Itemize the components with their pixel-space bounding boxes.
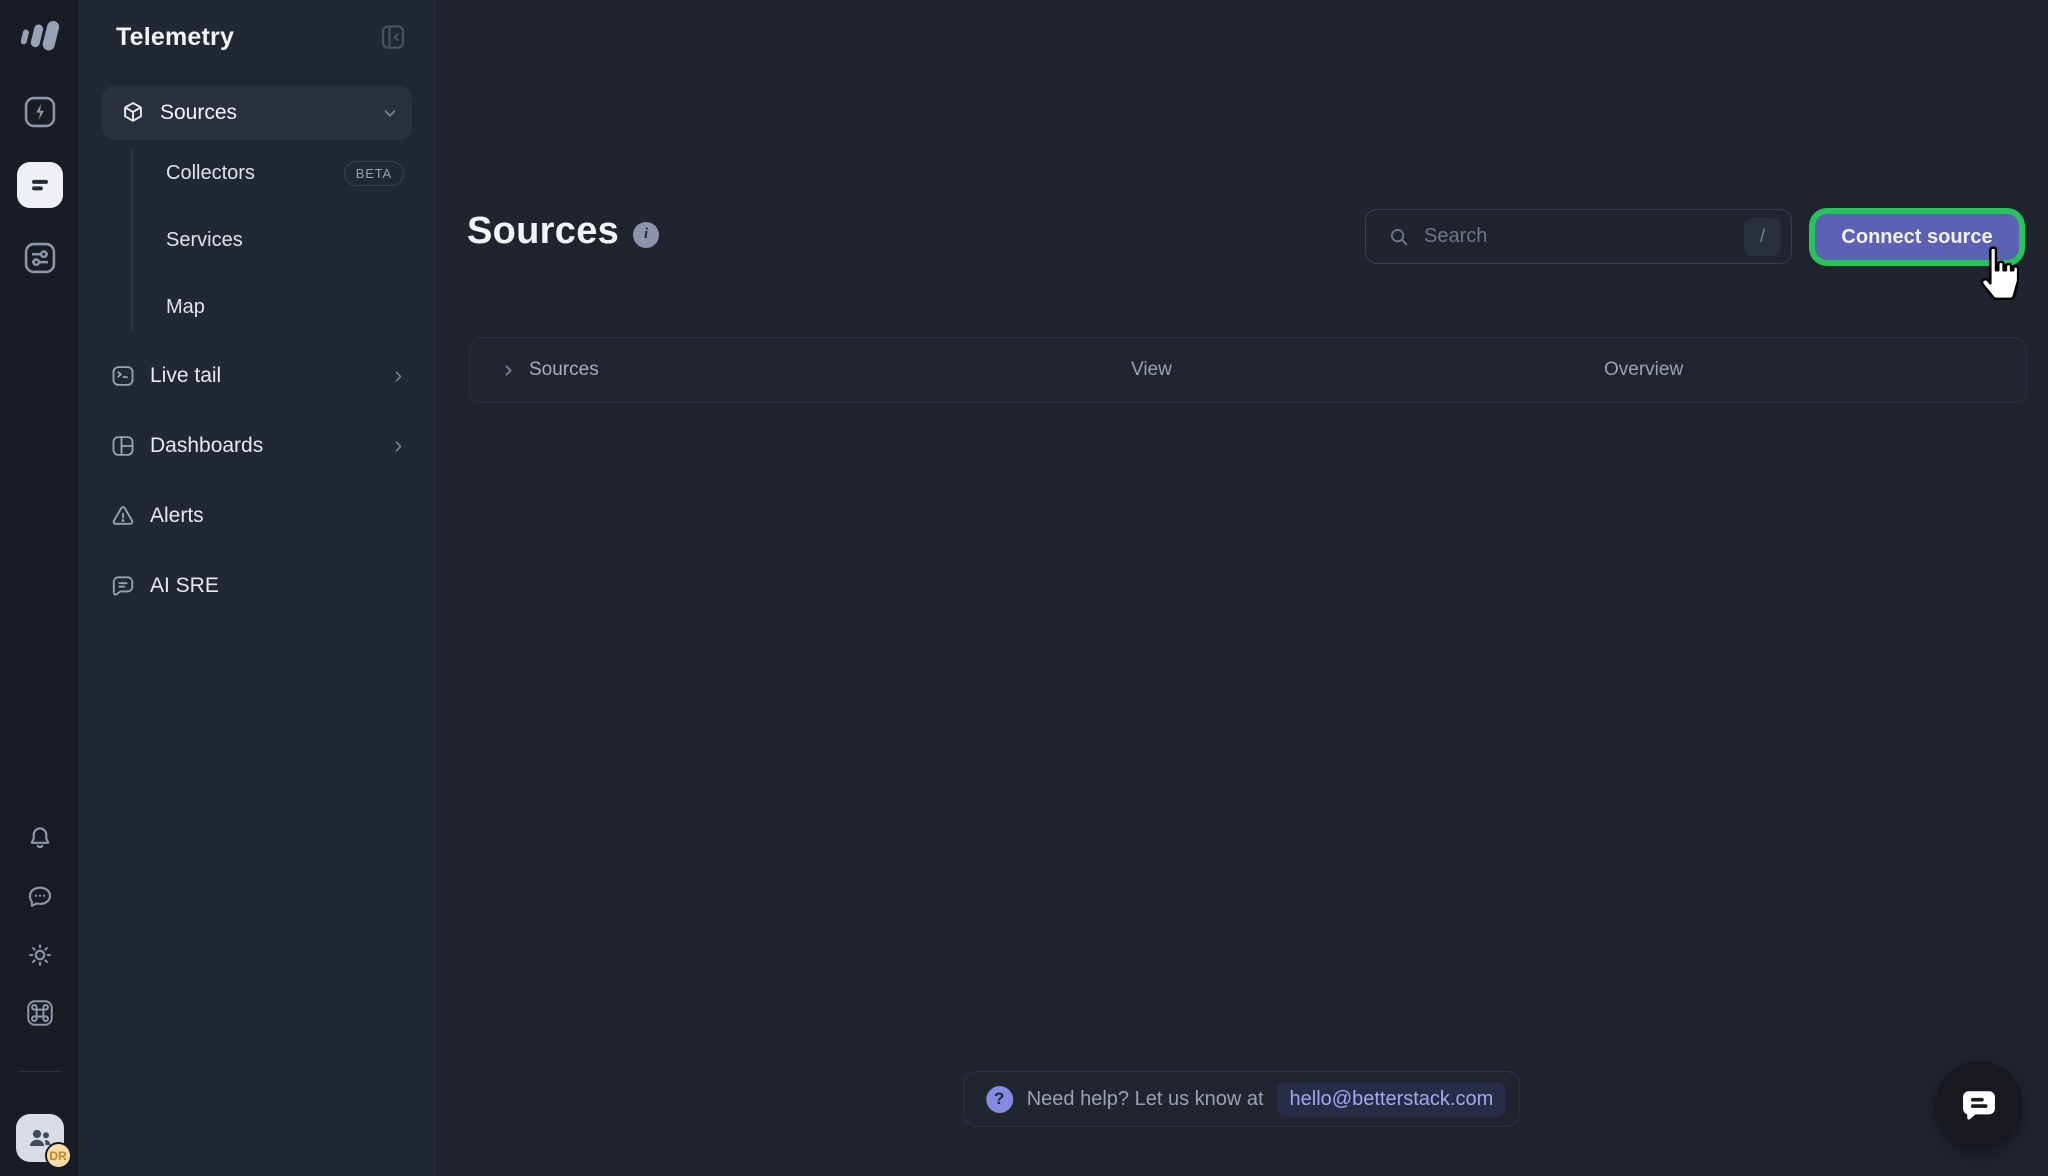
sidebar-header: Telemetry bbox=[80, 0, 434, 54]
sidebar-item-collectors[interactable]: Collectors BETA bbox=[80, 140, 434, 207]
slash-shortcut-key: / bbox=[1744, 218, 1781, 256]
table-group-sources[interactable]: Sources bbox=[500, 359, 599, 381]
theme-sun-icon[interactable] bbox=[24, 939, 56, 971]
icon-rail: DR bbox=[0, 0, 80, 1176]
settings-sliders-icon[interactable] bbox=[20, 238, 60, 278]
rail-top-group bbox=[17, 92, 63, 278]
telemetry-sidebar: Telemetry Sources bbox=[80, 0, 435, 1176]
alert-triangle-icon bbox=[110, 503, 136, 529]
sidebar-item-label: Dashboards bbox=[150, 434, 263, 458]
sidebar-item-alerts[interactable]: Alerts bbox=[80, 481, 434, 551]
sidebar-item-map[interactable]: Map bbox=[80, 274, 434, 341]
betterstack-logo-icon[interactable] bbox=[17, 12, 63, 56]
beta-badge: BETA bbox=[344, 161, 404, 186]
sidebar-nav: Sources Collectors BETA Services Map bbox=[80, 86, 434, 621]
search-icon bbox=[1388, 226, 1410, 248]
sidebar-item-label: Sources bbox=[160, 101, 237, 125]
help-email-link[interactable]: hello@betterstack.com bbox=[1278, 1082, 1506, 1117]
nav-tree-line bbox=[131, 148, 133, 332]
sidebar-item-services[interactable]: Services bbox=[80, 207, 434, 274]
terminal-icon bbox=[110, 363, 136, 389]
sidebar-item-dashboards[interactable]: Dashboards bbox=[80, 411, 434, 481]
sources-table-header: Sources View Overview bbox=[469, 337, 2027, 403]
rail-bottom-group: DR bbox=[16, 823, 64, 1176]
avatar-initials-badge: DR bbox=[45, 1142, 72, 1169]
sidebar-item-label: Services bbox=[166, 229, 243, 252]
sidebar-title: Telemetry bbox=[116, 23, 234, 52]
main-content: Sources i / Connect source Sources View … bbox=[435, 0, 2048, 1176]
help-bar: ? Need help? Let us know at hello@better… bbox=[963, 1071, 1521, 1127]
search-input[interactable] bbox=[1424, 225, 1744, 248]
question-icon: ? bbox=[986, 1086, 1013, 1113]
telemetry-logs-icon[interactable] bbox=[17, 162, 63, 208]
chevron-right-icon bbox=[388, 436, 408, 456]
sidebar-item-ai-sre[interactable]: AI SRE bbox=[80, 551, 434, 621]
ai-chat-icon bbox=[110, 573, 136, 599]
sidebar-item-live-tail[interactable]: Live tail bbox=[80, 341, 434, 411]
page-title-row: Sources i bbox=[467, 210, 659, 253]
sidebar-item-label: AI SRE bbox=[150, 574, 219, 598]
feedback-chat-icon[interactable] bbox=[24, 881, 56, 913]
chevron-right-icon bbox=[500, 362, 517, 379]
help-text: Need help? Let us know at bbox=[1027, 1088, 1264, 1111]
shortcuts-command-icon[interactable] bbox=[24, 997, 56, 1029]
sidebar-item-sources[interactable]: Sources bbox=[102, 86, 412, 140]
chat-widget-button[interactable] bbox=[1935, 1061, 2023, 1149]
column-header-view: View bbox=[1131, 359, 1172, 381]
chevron-right-icon bbox=[388, 366, 408, 386]
user-avatar[interactable]: DR bbox=[16, 1114, 64, 1162]
column-header-sources: Sources bbox=[529, 359, 599, 381]
dashboard-grid-icon bbox=[110, 433, 136, 459]
sidebar-item-label: Alerts bbox=[150, 504, 204, 528]
cube-icon bbox=[120, 100, 146, 126]
page-title: Sources bbox=[467, 210, 619, 253]
rail-divider bbox=[18, 1071, 62, 1072]
telemetry-app: DR Telemetry bbox=[0, 0, 2048, 1176]
connect-source-button[interactable]: Connect source bbox=[1815, 214, 2019, 260]
sidebar-item-label: Live tail bbox=[150, 364, 221, 388]
column-header-overview: Overview bbox=[1604, 359, 1683, 381]
notifications-bell-icon[interactable] bbox=[24, 823, 56, 855]
collapse-panel-icon[interactable] bbox=[378, 22, 408, 52]
uptime-lightning-icon[interactable] bbox=[20, 92, 60, 132]
info-icon[interactable]: i bbox=[633, 222, 659, 248]
search-box[interactable]: / bbox=[1365, 209, 1792, 264]
sidebar-item-label: Collectors bbox=[166, 162, 255, 185]
sidebar-item-label: Map bbox=[166, 296, 205, 319]
chevron-down-icon bbox=[380, 103, 400, 123]
